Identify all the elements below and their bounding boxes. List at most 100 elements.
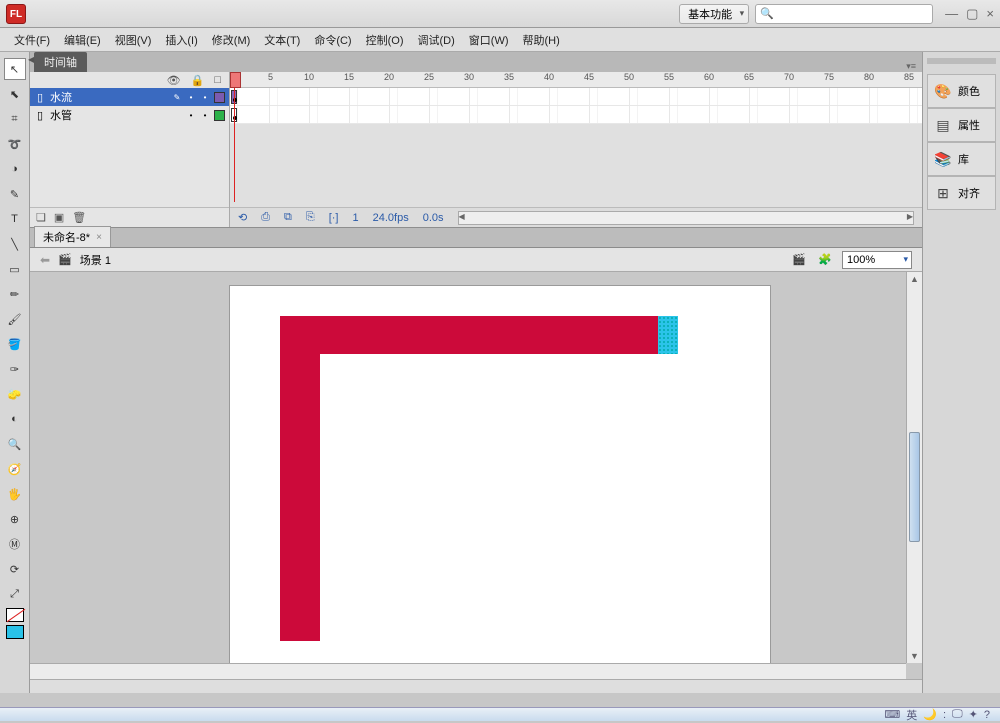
search-input[interactable] [776,8,928,20]
ime-item[interactable]: ⌨ [884,708,900,721]
status-icon[interactable]: ⎘ [306,211,315,224]
layer-color-swatch[interactable] [214,92,225,103]
tool-button[interactable]: ✑ [4,358,26,380]
tool-button[interactable]: T [4,208,26,230]
tool-button[interactable]: 🔍 [4,433,26,455]
playhead[interactable] [234,72,235,202]
tool-button[interactable]: ✎ [4,183,26,205]
panel-toggle[interactable]: ⊞对齐 [927,176,996,210]
tool-button[interactable]: ╲ [4,233,26,255]
fps-label: 24.0fps [373,212,409,224]
back-icon[interactable]: ⬅ [40,253,50,267]
tool-button[interactable]: ⤢ [4,583,26,605]
status-icon[interactable]: ⟲ [238,211,247,224]
pipe-shape[interactable] [280,316,320,641]
ime-item[interactable]: ? [984,709,990,721]
panel-toggle[interactable]: 🎨颜色 [927,74,996,108]
tool-button[interactable]: ↖ [4,58,26,80]
menu-item[interactable]: 插入(I) [159,29,203,51]
menu-item[interactable]: 文件(F) [8,29,56,51]
frame-row[interactable] [230,88,922,106]
outline-icon[interactable]: □ [214,74,221,86]
edit-scene-icon[interactable]: 🎬 [790,251,808,269]
layer-name[interactable]: 水流 [50,89,168,105]
tool-button[interactable]: 🖌 [4,308,26,330]
close-icon[interactable]: × [96,232,102,243]
maximize-button[interactable]: ▢ [966,6,978,22]
tool-button[interactable]: 🪣 [4,333,26,355]
lock-dot[interactable]: • [200,93,210,102]
document-tab[interactable]: 未命名-8* × [34,226,111,247]
edit-symbol-icon[interactable]: 🧩 [816,251,834,269]
layer-row[interactable]: ▯ 水流 ✎ • • [30,88,229,106]
frames-area[interactable]: 1510152025303540455055606570758085 ⟲ ⎙ ⧉… [230,72,922,227]
visibility-icon[interactable]: 👁 [167,74,181,87]
menu-item[interactable]: 控制(O) [360,29,410,51]
new-layer-icon[interactable]: ❏ [36,211,46,224]
tool-button[interactable]: ⊕ [4,508,26,530]
frame-scrollbar[interactable] [458,211,915,225]
menu-item[interactable]: 调试(D) [412,29,461,51]
menu-item[interactable]: 命令(C) [308,29,357,51]
menu-item[interactable]: 帮助(H) [517,29,566,51]
horizontal-scrollbar[interactable] [30,663,906,679]
close-button[interactable]: × [986,6,994,22]
stage[interactable] [230,286,770,676]
visibility-dot[interactable]: • [186,111,196,120]
tool-button[interactable]: ⌗ [4,108,26,130]
water-shape[interactable] [658,316,678,354]
lock-dot[interactable]: • [200,111,210,120]
panel-toggle[interactable]: ▤属性 [927,108,996,142]
search-box[interactable]: 🔍 [755,4,933,24]
zoom-dropdown[interactable]: 100% [842,251,912,269]
menu-item[interactable]: 修改(M) [206,29,257,51]
tool-button[interactable]: ◐ [4,408,26,430]
status-icon[interactable]: [·] [329,212,339,224]
delete-layer-icon[interactable]: 🗑 [72,211,86,224]
scene-label: 场景 1 [80,252,111,268]
status-icon[interactable]: ⎙ [261,211,270,224]
ime-item[interactable]: 英 [906,707,917,723]
layer-name[interactable]: 水管 [50,107,182,123]
ime-item[interactable]: ✦ [969,708,978,721]
menu-item[interactable]: 编辑(E) [58,29,107,51]
tool-button[interactable]: ⬉ [4,83,26,105]
frame-row[interactable] [230,106,922,124]
tool-button[interactable]: ◑ [4,158,26,180]
workspace-switcher[interactable]: 基本功能 [679,4,749,24]
lock-icon[interactable]: 🔒 [191,74,205,87]
menu-item[interactable]: 文本(T) [258,29,306,51]
tool-button[interactable]: Ⓜ [4,533,26,555]
ruler-tick: 60 [704,72,714,82]
panel-toggle[interactable]: 📚库 [927,142,996,176]
tool-button[interactable]: ➰ [4,133,26,155]
new-folder-icon[interactable]: ▣ [54,211,64,224]
layer-row[interactable]: ▯ 水管 • • [30,106,229,124]
dock-grip[interactable] [927,58,996,64]
vertical-scrollbar[interactable] [906,272,922,663]
tool-button[interactable]: 🖐 [4,483,26,505]
panel-menu-icon[interactable]: ▾≡ [906,61,916,72]
tool-button[interactable]: 🧭 [4,458,26,480]
visibility-dot[interactable]: • [186,93,196,102]
minimize-button[interactable]: — [945,6,958,22]
pipe-shape[interactable] [280,316,658,354]
menu-item[interactable]: 视图(V) [109,29,158,51]
menu-item[interactable]: 窗口(W) [463,29,515,51]
tool-button[interactable]: 🧽 [4,383,26,405]
fill-color-swatch[interactable] [6,625,24,639]
scroll-thumb[interactable] [909,432,920,542]
timeline-tab[interactable]: 时间轴 [34,52,87,72]
ime-item[interactable]: 🖵 [952,708,963,721]
ime-item[interactable]: 🌙 [923,708,937,721]
ime-item[interactable]: : [943,709,946,721]
right-dock: 🎨颜色▤属性📚库⊞对齐 [922,52,1000,693]
stroke-color-swatch[interactable] [6,608,24,622]
stage-viewport[interactable] [30,272,922,679]
layer-color-swatch[interactable] [214,110,225,121]
tool-button[interactable]: ▭ [4,258,26,280]
frame-ruler[interactable]: 1510152025303540455055606570758085 [230,72,922,88]
tool-button[interactable]: ✏ [4,283,26,305]
tool-button[interactable]: ⟳ [4,558,26,580]
status-icon[interactable]: ⧉ [284,211,292,224]
